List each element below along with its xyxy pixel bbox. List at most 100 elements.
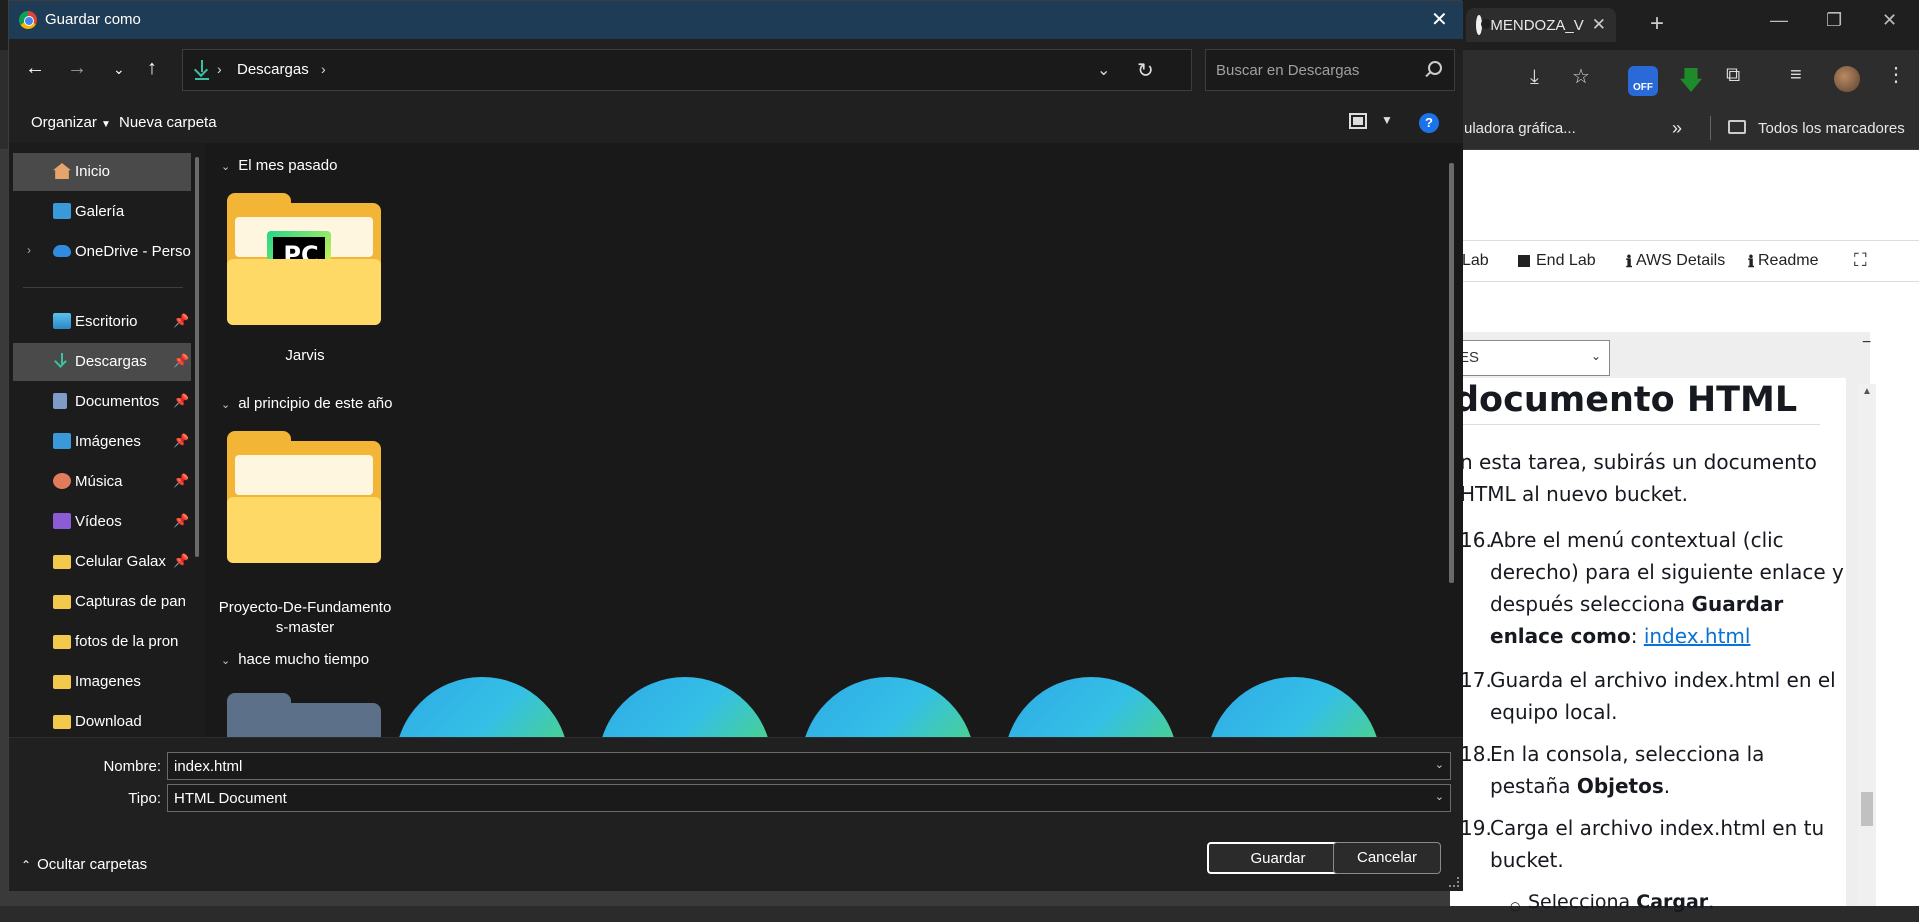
sidebar-item-inicio[interactable]: Inicio bbox=[13, 153, 191, 191]
list-item[interactable]: Proyecto-De-Fundamento s-master bbox=[205, 431, 405, 637]
resize-grip-icon[interactable] bbox=[1449, 877, 1459, 887]
minimize-icon[interactable]: — bbox=[1770, 10, 1788, 31]
address-bar[interactable]: › Descargas › ⌄ ↻ bbox=[182, 49, 1192, 91]
download-icon bbox=[195, 60, 209, 80]
media-control-icon[interactable]: ≡ bbox=[1790, 64, 1802, 87]
scroll-up-icon[interactable]: ▲ bbox=[1862, 386, 1872, 397]
menu-icon[interactable]: ⋮ bbox=[1886, 62, 1906, 87]
pin-icon[interactable]: 📌 bbox=[173, 473, 189, 489]
sidebar-item-capturas[interactable]: Capturas de pan bbox=[13, 583, 191, 621]
file-name: s-master bbox=[275, 619, 335, 636]
refresh-icon[interactable]: ↻ bbox=[1137, 58, 1154, 83]
help-icon[interactable]: ? bbox=[1419, 113, 1439, 133]
close-window-icon[interactable]: ✕ bbox=[1882, 10, 1897, 31]
group-header[interactable]: ⌄ al principio de este año bbox=[221, 395, 393, 412]
pin-icon[interactable]: 📌 bbox=[173, 393, 189, 409]
language-select[interactable]: ES ⌄ bbox=[1450, 340, 1610, 376]
chevron-down-icon: ⌄ bbox=[1590, 349, 1601, 363]
navigation-bar: ← → ⌄ ↑ › Descargas › ⌄ ↻ bbox=[9, 39, 1463, 99]
sidebar-item-celular[interactable]: Celular Galax 📌 bbox=[13, 543, 191, 581]
close-tab-icon[interactable]: ✕ bbox=[1592, 15, 1606, 35]
edge-icon[interactable] bbox=[395, 677, 569, 737]
command-bar: Organizar ▼ Nueva carpeta ▼ bbox=[9, 99, 1463, 143]
chevron-down-icon: ⌄ bbox=[221, 161, 231, 173]
chevron-right-icon[interactable]: › bbox=[27, 243, 31, 257]
install-app-icon[interactable]: ⤓ bbox=[1530, 66, 1539, 89]
github-icon bbox=[1476, 15, 1492, 35]
group-header[interactable]: ⌄ El mes pasado bbox=[221, 157, 337, 174]
lab-nav-readme[interactable]: Readme bbox=[1758, 252, 1818, 270]
chevron-down-icon[interactable]: ⌄ bbox=[1435, 790, 1444, 803]
scrollbar-thumb[interactable] bbox=[1861, 792, 1873, 826]
bookmark-item[interactable]: uladora gráfica... bbox=[1464, 120, 1576, 137]
sidebar-item-musica[interactable]: Música 📌 bbox=[13, 463, 191, 501]
browser-tab[interactable]: MENDOZA_V ✕ bbox=[1466, 8, 1616, 42]
pin-icon[interactable]: 📌 bbox=[173, 513, 189, 529]
recent-locations-icon[interactable]: ⌄ bbox=[113, 61, 125, 78]
fullscreen-icon[interactable]: ⛶ bbox=[1854, 250, 1867, 271]
filename-field[interactable]: index.html ⌄ bbox=[167, 752, 1451, 780]
sidebar-item-onedrive[interactable]: › OneDrive - Perso bbox=[13, 233, 191, 271]
maximize-icon[interactable]: ❐ bbox=[1826, 10, 1842, 31]
folder-icon bbox=[1728, 120, 1746, 134]
collapse-icon[interactable]: − bbox=[1862, 334, 1871, 352]
sidebar-item-documentos[interactable]: Documentos 📌 bbox=[13, 383, 191, 421]
new-folder-button[interactable]: Nueva carpeta bbox=[119, 114, 217, 131]
extension-off-badge[interactable]: OFF bbox=[1628, 66, 1658, 96]
breadcrumb[interactable]: Descargas bbox=[237, 61, 309, 78]
gallery-icon bbox=[53, 203, 71, 219]
back-icon[interactable]: ← bbox=[25, 57, 45, 80]
edge-icon[interactable] bbox=[1207, 677, 1381, 737]
edge-icon[interactable] bbox=[598, 677, 772, 737]
edge-icon[interactable] bbox=[1004, 677, 1178, 737]
search-box[interactable] bbox=[1205, 49, 1455, 91]
pin-icon[interactable]: 📌 bbox=[173, 353, 189, 369]
page-scrollbar[interactable]: ▲ bbox=[1858, 384, 1876, 906]
lab-nav-lab[interactable]: Lab bbox=[1462, 252, 1489, 270]
pin-icon[interactable]: 📌 bbox=[173, 433, 189, 449]
forward-icon[interactable]: → bbox=[67, 57, 87, 80]
sidebar-scrollbar[interactable] bbox=[195, 157, 199, 557]
chevron-down-icon[interactable]: ⌄ bbox=[1097, 60, 1110, 80]
folder-icon[interactable] bbox=[227, 693, 381, 737]
bookmarks-overflow-icon[interactable]: » bbox=[1672, 118, 1682, 139]
chevron-down-icon[interactable]: ▼ bbox=[1381, 113, 1393, 127]
search-icon[interactable] bbox=[1428, 61, 1442, 75]
list-item[interactable]: PC Jarvis bbox=[205, 193, 405, 367]
sidebar-item-imagenes[interactable]: Imágenes 📌 bbox=[13, 423, 191, 461]
sidebar-item-download[interactable]: Download bbox=[13, 703, 191, 737]
sidebar-item-escritorio[interactable]: Escritorio 📌 bbox=[13, 303, 191, 341]
chevron-down-icon[interactable]: ⌄ bbox=[1435, 758, 1444, 771]
save-button[interactable]: Guardar bbox=[1207, 842, 1349, 874]
chevron-right-icon[interactable]: › bbox=[217, 61, 222, 77]
view-options-icon[interactable] bbox=[1349, 113, 1367, 129]
star-icon[interactable]: ☆ bbox=[1572, 64, 1590, 89]
cancel-button[interactable]: Cancelar bbox=[1333, 842, 1441, 874]
file-list-scrollbar[interactable] bbox=[1449, 163, 1454, 583]
sidebar-item-imagenes-folder[interactable]: Imagenes bbox=[13, 663, 191, 701]
folder-icon bbox=[53, 595, 71, 609]
pin-icon[interactable]: 📌 bbox=[173, 553, 189, 569]
extensions-icon[interactable]: ⧉ bbox=[1726, 64, 1740, 87]
edge-icon[interactable] bbox=[801, 677, 975, 737]
group-header[interactable]: ⌄ hace mucho tiempo bbox=[221, 651, 369, 668]
type-select[interactable]: HTML Document ⌄ bbox=[167, 784, 1451, 812]
sidebar-item-descargas[interactable]: Descargas 📌 bbox=[13, 343, 191, 381]
dialog-title: Guardar como bbox=[45, 11, 141, 28]
new-tab-button[interactable]: + bbox=[1650, 10, 1664, 38]
chevron-right-icon[interactable]: › bbox=[321, 61, 326, 77]
sidebar-item-fotos[interactable]: fotos de la pron bbox=[13, 623, 191, 661]
pin-icon[interactable]: 📌 bbox=[173, 313, 189, 329]
up-icon[interactable]: ↑ bbox=[147, 57, 157, 80]
index-html-link[interactable]: index.html bbox=[1644, 624, 1751, 648]
search-input[interactable] bbox=[1206, 50, 1416, 90]
avatar[interactable] bbox=[1834, 66, 1860, 92]
close-icon[interactable]: ✕ bbox=[1431, 7, 1448, 32]
hide-folders-button[interactable]: ⌃ Ocultar carpetas bbox=[21, 856, 147, 873]
lab-nav-end-lab[interactable]: End Lab bbox=[1536, 252, 1596, 270]
lab-nav-aws-details[interactable]: AWS Details bbox=[1636, 252, 1725, 270]
sidebar-item-videos[interactable]: Vídeos 📌 bbox=[13, 503, 191, 541]
sidebar-item-galeria[interactable]: Galería bbox=[13, 193, 191, 231]
all-bookmarks-link[interactable]: Todos los marcadores bbox=[1758, 120, 1905, 137]
organize-button[interactable]: Organizar ▼ bbox=[31, 114, 111, 131]
